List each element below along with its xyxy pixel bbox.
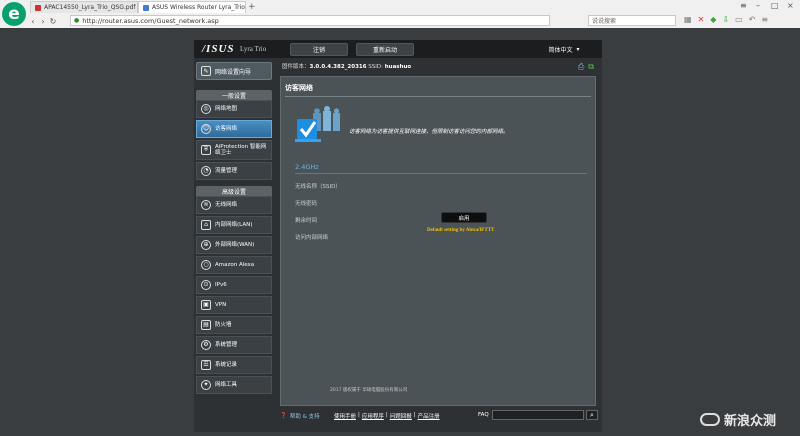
address-row: ‹ › ↻ ● http://router.asus.com/Guest_net… [28,14,800,28]
folder-icon[interactable]: ▭ [735,15,743,24]
alexa-note: Default setting by Alexa/IFTTT [427,228,495,233]
search-icon[interactable]: ⌕ [586,410,598,420]
sidebar-item-vpn[interactable]: ▣ VPN [196,296,272,314]
copyright: 2017 版权属于 华硕电脑股份有限公司 [330,388,408,393]
browser-logo-icon[interactable]: e [2,2,26,26]
ssid-label: 无线名称（SSID） [295,184,341,190]
tools-icon: ✦ [201,380,211,390]
toolbar-icons: ▦ ✕ ◆ ⇩ ▭ ↶ ≡ [684,15,768,24]
tab-router[interactable]: ASUS Wireless Router Lyra_Trio × [138,1,246,13]
help-icon: ❓ [280,413,287,419]
admin-icon: ⚙ [201,340,211,350]
page-icon [143,4,149,11]
faq-label: FAQ [478,412,489,418]
quick-setup-button[interactable]: ✎ 网络设置向导 [196,62,272,80]
sidebar-item-lan[interactable]: ⌂ 内部网络(LAN) [196,216,272,234]
shield-icon: ⛨ [201,145,211,155]
chevron-down-icon: ▾ [576,46,580,53]
intranet-access-label: 访问内部网络 [295,235,329,241]
intro-text: 访客网络为访客提供互联网连接，但限制访客访问您的内部网络。 [349,129,509,135]
watermark-logo-icon [700,413,720,426]
lan-icon: ⌂ [201,220,211,230]
sidebar-item-network-map[interactable]: ◎ 网络地图 [196,100,272,118]
page-title: 访客网络 [285,84,313,92]
sidebar-item-aiprotection[interactable]: ⛨ AiProtection 智能网络卫士 [196,140,272,160]
guest-network-panel: 访客网络 访客网络为访客提供互联网连接，但限制访客访问您的内部网络。 2.4GH… [280,76,596,406]
faq-search-input[interactable] [492,410,584,420]
firewall-icon: ▤ [201,320,211,330]
ipv6-icon: ⊙ [201,280,211,290]
firmware-info: 固件版本：3.0.0.4.382_20316 SSID: huashuo [282,64,412,70]
log-icon: ☰ [201,360,211,370]
back-icon[interactable]: ‹ [28,17,38,26]
model-name: Lyra Trio [240,45,267,53]
general-section-header: 一般设置 [196,90,272,100]
sidebar-item-system-log[interactable]: ☰ 系统记录 [196,356,272,374]
wifi-icon: ≋ [201,200,211,210]
secure-icon: ● [74,17,80,24]
search-input[interactable]: 说说搜索 [588,15,676,26]
app-link[interactable]: 应用程序 [362,412,384,420]
usb-icon[interactable]: ⧉ [588,62,594,72]
router-page: /ISUS Lyra Trio 注销 重新启动 简体中文 ▾ 固件版本：3.0.… [194,40,602,432]
close-window-button[interactable]: × [787,1,794,10]
sidebar-item-wan[interactable]: ⊕ 外部网络(WAN) [196,236,272,254]
sidebar-item-wireless[interactable]: ≋ 无线网络 [196,196,272,214]
pdf-icon [35,4,41,11]
minimize-button[interactable]: – [756,1,760,10]
band-label: 2.4GHz [295,163,319,171]
asus-logo: /ISUS [202,43,235,55]
game-icon[interactable]: ◆ [710,15,716,24]
help-support-link[interactable]: ❓ 帮助 & 支持 [280,412,320,420]
sidebar-item-administration[interactable]: ⚙ 系统管理 [196,336,272,354]
wizard-icon: ✎ [201,66,211,76]
advanced-section-header: 高级设置 [196,186,272,196]
sidebar-item-alexa[interactable]: ○ Amazon Alexa [196,256,272,274]
sidebar-item-guest-network[interactable]: ☺ 访客网络 [196,120,272,138]
tab-pdf[interactable]: APAC14550_Lyra_Trio_QSG.pdf × [30,1,138,13]
watermark: 新浪众测 [700,410,776,429]
status-icons: ⎙ ⧉ [578,62,594,72]
download-icon[interactable]: ⇩ [722,15,729,24]
sidebar-item-traffic[interactable]: ◔ 流量管理 [196,162,272,180]
vpn-icon: ▣ [201,300,211,310]
logout-button[interactable]: 注销 [290,43,348,56]
footer-links: 使用手册 | 应用程序 | 问题回报 | 产品注册 [334,412,440,420]
maximize-button[interactable]: □ [771,1,779,10]
password-label: 无线密码 [295,201,318,207]
block-icon[interactable]: ✕ [698,15,705,24]
grid-icon[interactable]: ▦ [684,15,692,24]
sidebar-item-ipv6[interactable]: ⊙ IPv6 [196,276,272,294]
printer-icon[interactable]: ⎙ [578,62,584,72]
register-link[interactable]: 产品注册 [418,412,440,420]
menu-icon[interactable]: ≡ [761,15,768,24]
reboot-button[interactable]: 重新启动 [356,43,414,56]
traffic-icon: ◔ [201,166,211,176]
enable-button[interactable]: 启用 [441,212,487,223]
manual-link[interactable]: 使用手册 [334,412,356,420]
forward-icon[interactable]: › [38,17,48,26]
guest-icon: ☺ [201,124,211,134]
divider [295,173,587,174]
undo-icon[interactable]: ↶ [749,15,756,24]
wan-icon: ⊕ [201,240,211,250]
close-icon[interactable]: × [245,4,246,11]
time-remaining-label: 剩余时间 [295,218,318,224]
new-tab-button[interactable]: + [248,2,256,12]
language-select[interactable]: 简体中文 ▾ [532,43,596,56]
refresh-icon[interactable]: ↻ [48,17,58,26]
feedback-link[interactable]: 问题回报 [390,412,412,420]
guest-network-icon [295,106,340,142]
alexa-icon: ○ [201,260,211,270]
sidebar-item-network-tools[interactable]: ✦ 网络工具 [196,376,272,394]
divider [285,96,591,97]
skin-icon[interactable]: ≡ [740,1,747,10]
address-bar[interactable]: ● http://router.asus.com/Guest_network.a… [70,15,550,26]
router-footer: ❓ 帮助 & 支持 使用手册 | 应用程序 | 问题回报 | 产品注册 FAQ ⌕ [194,410,602,424]
browser-toolbar: e APAC14550_Lyra_Trio_QSG.pdf × ASUS Wir… [0,0,800,28]
router-header: /ISUS Lyra Trio 注销 重新启动 简体中文 ▾ [194,40,602,58]
globe-icon: ◎ [201,104,211,114]
sidebar-item-firewall[interactable]: ▤ 防火墙 [196,316,272,334]
